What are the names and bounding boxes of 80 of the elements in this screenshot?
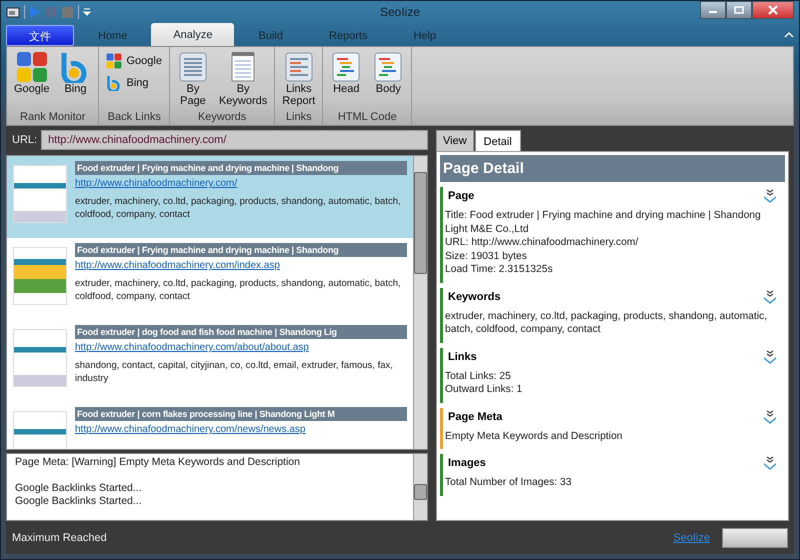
ribbon-button[interactable]: Bing bbox=[103, 73, 165, 93]
result-link[interactable]: http://www.chinafoodmachinery.com/ bbox=[75, 178, 238, 189]
section-title: Links bbox=[447, 350, 477, 362]
detail-heading: Page Detail bbox=[440, 155, 785, 182]
section-title: Page bbox=[447, 190, 474, 202]
result-link[interactable]: http://www.chinafoodmachinery.com/news/news.asp bbox=[75, 424, 306, 435]
ribbon-button[interactable]: Body bbox=[369, 49, 408, 110]
section-text: extruder, machinery, co.ltd, packaging, products, shandong, automatic, batch, coldfood, company, contact bbox=[445, 310, 768, 336]
section-title: Images bbox=[447, 457, 486, 469]
close-button[interactable] bbox=[752, 1, 794, 19]
app-icon[interactable] bbox=[6, 6, 20, 18]
four-squares-icon bbox=[106, 53, 122, 69]
panel-tab[interactable]: View bbox=[436, 130, 474, 151]
document-icon bbox=[176, 51, 209, 83]
section-text: Size: 19031 bytes bbox=[445, 250, 528, 263]
section-text: Outward Links: 1 bbox=[445, 383, 524, 396]
window-title: SeoIize bbox=[380, 5, 420, 19]
result-title: Food extruder | dog food and fish food machine | Shandong Lig bbox=[75, 325, 407, 339]
tree-chart-icon bbox=[330, 51, 362, 83]
ribbon-group-label: Rank Monitor bbox=[19, 110, 86, 125]
scrollbar-thumb[interactable] bbox=[414, 484, 427, 500]
four-squares-icon bbox=[16, 51, 48, 83]
section-text: Empty Meta Keywords and Description bbox=[445, 430, 624, 443]
result-title: Food extruder | Frying machine and drying machine | Shandong bbox=[75, 243, 407, 257]
maximize-button[interactable] bbox=[726, 1, 752, 19]
collapse-ribbon-icon[interactable] bbox=[784, 31, 794, 38]
scrollbar[interactable] bbox=[413, 454, 427, 520]
url-field[interactable]: http://www.chinafoodmachinery.com/ bbox=[41, 130, 428, 150]
website-thumbnail bbox=[13, 247, 67, 305]
section-title: Keywords bbox=[447, 290, 501, 302]
ribbon-button[interactable]: By Page bbox=[174, 49, 212, 110]
result-item[interactable]: Food extruder | Frying machine and drying machine | Shandong http://www.chinafoodmachinery.com/ extruder, machinery, co.ltd, packaging, products, shandong, automatic, batch, coldfood, company, contact bbox=[7, 156, 413, 238]
url-label: URL: bbox=[12, 134, 38, 146]
maximize-icon bbox=[734, 6, 744, 14]
minimize-button[interactable] bbox=[700, 1, 726, 19]
result-link[interactable]: http://www.chinafoodmachinery.com/about/about.asp bbox=[75, 342, 309, 353]
dropdown-icon[interactable] bbox=[83, 8, 91, 16]
collapse-chevron-icon[interactable] bbox=[763, 456, 777, 470]
ribbon-button[interactable]: Bing bbox=[56, 49, 94, 110]
ribbon-button[interactable]: Google bbox=[103, 51, 165, 71]
scrollbar-thumb[interactable] bbox=[414, 172, 427, 274]
panel-tab[interactable]: Detail bbox=[474, 130, 521, 151]
collapse-chevron-icon[interactable] bbox=[763, 290, 777, 304]
section-title: Page Meta bbox=[447, 410, 502, 422]
ribbon-button[interactable]: Head bbox=[327, 49, 366, 110]
section-text: Total Number of Images: 33 bbox=[445, 476, 572, 490]
ribbon-button[interactable]: Links Report bbox=[279, 49, 318, 110]
letter-b-icon bbox=[106, 75, 122, 91]
tree-chart-icon bbox=[372, 51, 404, 83]
section-text: URL: http://www.chinafoodmachinery.com/ bbox=[445, 236, 640, 250]
ribbon-group-label: HTML Code bbox=[336, 110, 398, 125]
section-text: Total Links: 25 bbox=[445, 370, 512, 383]
log-line: Google Backlinks Started... bbox=[15, 495, 143, 508]
result-keywords: extruder, machinery, co.ltd, packaging, products, shandong, automatic, batch, coldfood, company, contact bbox=[75, 195, 402, 221]
ribbon-button[interactable]: Google bbox=[11, 49, 52, 110]
log-line: Google Backlinks Started... bbox=[15, 482, 143, 495]
status-button[interactable] bbox=[722, 528, 788, 548]
ribbon-group-label: Links bbox=[284, 110, 313, 125]
result-keywords: shandong, contact, capital, cityjinan, co, co.ltd, email, extruder, famous, fax, industry bbox=[75, 359, 394, 385]
collapse-chevron-icon[interactable] bbox=[763, 350, 777, 364]
section-text: Title: Food extruder | Frying machine and drying machine | Shandong Light M&E Co.,Ltd bbox=[445, 209, 762, 236]
file-menu-button[interactable]: 文件 bbox=[6, 25, 74, 46]
close-icon bbox=[768, 5, 778, 15]
ribbon-group-label: Keywords bbox=[196, 110, 248, 125]
collapse-chevron-icon[interactable] bbox=[763, 410, 777, 424]
result-title: Food extruder | corn flakes processing line | Shandong Light M bbox=[75, 407, 407, 421]
section-text: Load Time: 2.3151325s bbox=[445, 263, 554, 276]
log-line: Page Meta: [Warning] Empty Meta Keywords and Description bbox=[15, 456, 301, 469]
result-keywords: extruder, machinery, co.ltd, packaging, products, shandong, automatic, batch, coldfood, company, contact bbox=[75, 277, 402, 303]
ribbon-button[interactable]: By Keywords bbox=[216, 49, 270, 110]
status-message: Maximum Reached bbox=[12, 532, 107, 544]
ribbon-group-label: Back Links bbox=[106, 110, 162, 125]
result-title: Food extruder | Frying machine and drying machine | Shandong bbox=[75, 161, 407, 175]
ribbon-tab[interactable]: Analyze bbox=[151, 23, 234, 46]
website-thumbnail bbox=[13, 165, 67, 223]
scrollbar[interactable] bbox=[413, 156, 427, 449]
report-icon bbox=[282, 51, 315, 83]
website-thumbnail bbox=[13, 329, 67, 387]
result-link[interactable]: http://www.chinafoodmachinery.com/index.asp bbox=[75, 260, 280, 271]
collapse-chevron-icon[interactable] bbox=[763, 189, 777, 203]
